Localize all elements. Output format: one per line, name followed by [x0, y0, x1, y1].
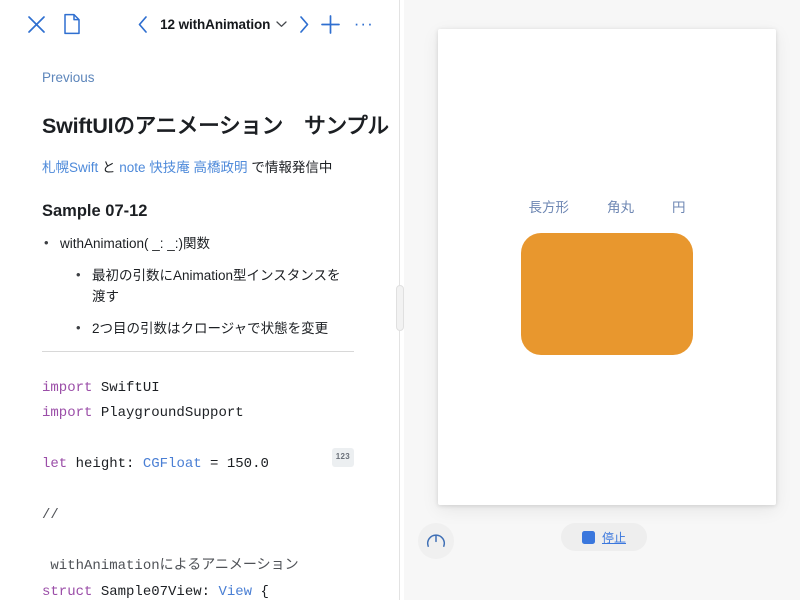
code-text: PlaygroundSupport — [92, 405, 243, 421]
code-keyword: import — [42, 405, 92, 421]
code-text: = 150.0 — [202, 456, 269, 472]
list-item: 2つ目の引数はクロージャで状態を変更 — [74, 319, 346, 340]
document-navigation: 12 withAnimation — [132, 9, 315, 39]
document-button[interactable] — [56, 7, 88, 41]
document-title-dropdown[interactable]: 12 withAnimation — [156, 15, 291, 34]
next-document-button[interactable] — [293, 9, 315, 39]
line-number-badge: 123 — [332, 448, 354, 467]
list-item: 最初の引数にAnimation型インスタンスを渡す — [74, 266, 346, 308]
pane-splitter[interactable] — [396, 0, 404, 600]
content-divider — [42, 351, 354, 352]
code-text: SwiftUI — [92, 380, 159, 396]
section-heading: Sample 07-12 — [42, 202, 396, 221]
code-comment: // — [42, 507, 59, 523]
subtitle-tail-text: で情報発信中 — [248, 160, 333, 175]
previous-document-button[interactable] — [132, 9, 154, 39]
chevron-right-icon — [298, 15, 310, 34]
code-type: View — [218, 584, 252, 600]
preview-canvas: 長方形 角丸 円 — [438, 29, 776, 505]
stop-button[interactable]: 停止 — [561, 523, 647, 551]
run-controls-bar: 停止 — [404, 506, 800, 600]
toolbar: 12 withAnimation ··· — [0, 0, 396, 48]
page-title: 12 withAnimation — [160, 17, 270, 32]
document-page-icon — [62, 13, 82, 35]
code-block[interactable]: import SwiftUI import PlaygroundSupport … — [42, 376, 396, 600]
list-item: withAnimation( _: _:)関数 — [42, 234, 396, 254]
shape-button-rounded[interactable]: 角丸 — [605, 194, 636, 218]
code-comment: withAnimationによるアニメーション — [42, 558, 299, 574]
chevron-left-icon — [137, 15, 149, 34]
live-preview-pane: 長方形 角丸 円 停止 — [404, 0, 800, 600]
code-text: { — [252, 584, 269, 600]
chevron-down-icon — [276, 20, 287, 28]
document-subtitle: 札幌Swift と note 快技庵 高橋政明 で情報発信中 — [42, 156, 396, 176]
stop-button-label: 停止 — [602, 529, 626, 546]
app-root: 12 withAnimation ··· — [0, 0, 800, 600]
more-options-button[interactable]: ··· — [351, 8, 376, 40]
stop-square-icon — [582, 531, 595, 544]
subtitle-mid-text: と — [98, 160, 119, 175]
bullet-list-level2: 最初の引数にAnimation型インスタンスを渡す 2つ目の引数はクロージャで状… — [74, 266, 396, 340]
close-button[interactable] — [20, 7, 52, 41]
ellipsis-icon: ··· — [354, 20, 374, 29]
note-author-link[interactable]: note 快技庵 高橋政明 — [119, 160, 247, 175]
code-text: height: — [67, 456, 143, 472]
gauge-speedometer-icon — [425, 530, 447, 552]
splitter-drag-handle[interactable] — [396, 285, 404, 331]
document-content: Previous SwiftUIのアニメーション サンプル 札幌Swift と … — [0, 48, 396, 600]
bullet-list-level1: withAnimation( _: _:)関数 — [42, 234, 396, 254]
previous-link[interactable]: Previous — [42, 70, 95, 85]
shape-button-rectangle[interactable]: 長方形 — [527, 194, 572, 218]
animated-shape — [521, 233, 693, 355]
shape-selector: 長方形 角丸 円 — [438, 194, 776, 218]
code-keyword: import — [42, 380, 92, 396]
code-keyword: let — [42, 456, 67, 472]
gauge-button[interactable] — [418, 523, 454, 559]
sapporo-swift-link[interactable]: 札幌Swift — [42, 160, 98, 175]
document-pane: 12 withAnimation ··· — [0, 0, 396, 600]
code-text: Sample07View: — [92, 584, 218, 600]
close-x-icon — [26, 14, 47, 35]
code-type: CGFloat — [143, 456, 202, 472]
code-keyword: struct — [42, 584, 92, 600]
document-heading: SwiftUIのアニメーション サンプル — [42, 109, 396, 140]
shape-button-circle[interactable]: 円 — [670, 194, 688, 218]
add-button[interactable] — [315, 8, 345, 40]
plus-icon — [320, 14, 341, 35]
